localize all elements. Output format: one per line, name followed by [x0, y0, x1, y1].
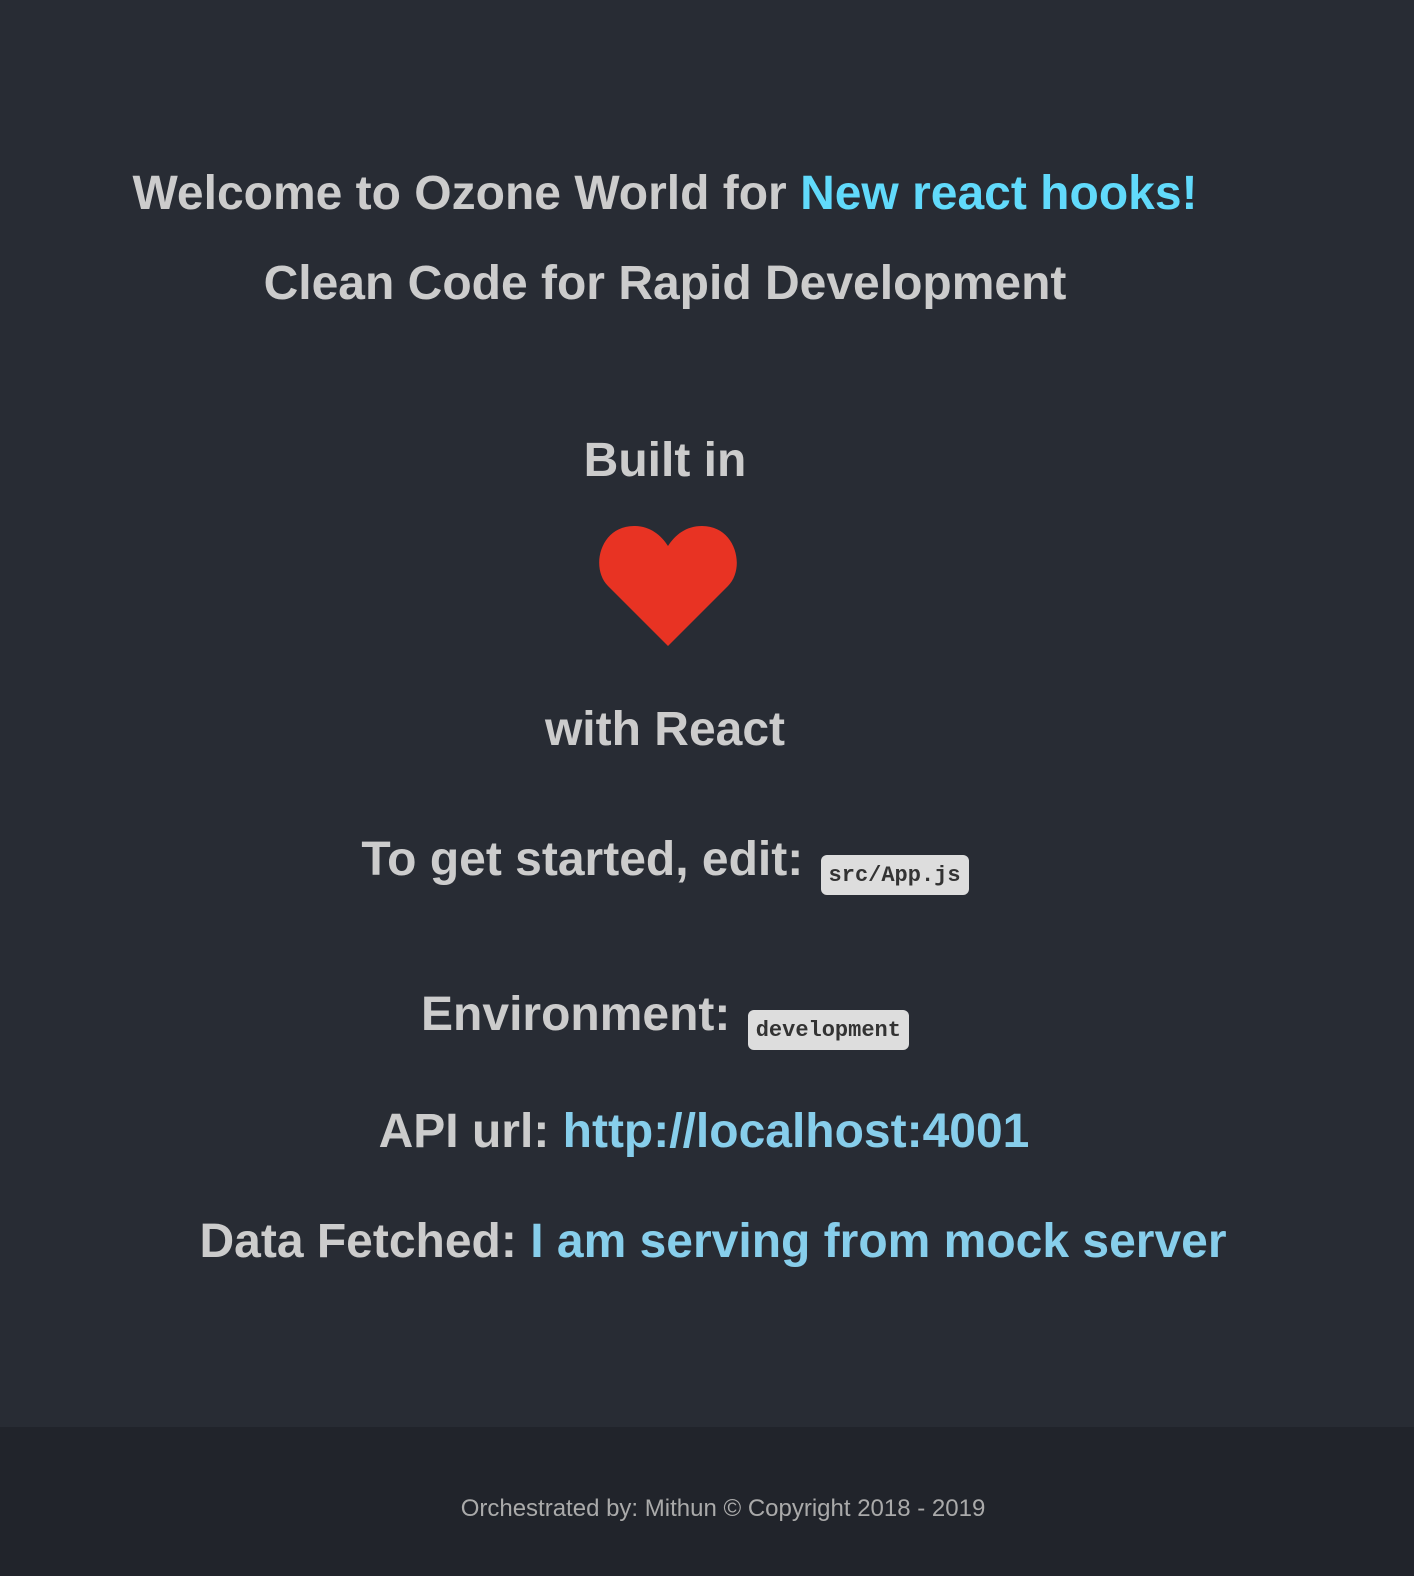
data-fetched-label: Data Fetched: [199, 1215, 531, 1268]
footer-copyright: Orchestrated by: Mithun © Copyright 2018… [460, 1495, 986, 1522]
welcome-heading: Welcome to Ozone World for New react hoo… [0, 166, 1372, 222]
get-started-line: To get started, edit: src/App.js [0, 832, 1372, 895]
app-header: Welcome to Ozone World for New react hoo… [0, 0, 1414, 1427]
api-url-label: API url: [378, 1105, 563, 1158]
heart-icon-svg [599, 526, 737, 646]
environment-line: Environment: development [0, 987, 1372, 1050]
app-root: Welcome to Ozone World for New react hoo… [0, 0, 1414, 1576]
footer: Orchestrated by: Mithun © Copyright 2018… [0, 1427, 1414, 1576]
get-started-label: To get started, edit: [361, 833, 817, 886]
with-react-text: with React [544, 703, 786, 756]
environment-value-code: development [747, 1010, 909, 1050]
welcome-prefix: Welcome to Ozone World for [132, 167, 801, 220]
data-fetched-line: Data Fetched: I am serving from mock ser… [6, 1214, 1414, 1270]
data-fetched-value: I am serving from mock server [530, 1215, 1227, 1268]
built-in-text: Built in [583, 434, 747, 487]
heart-icon [598, 524, 738, 648]
subtitle-heading: Clean Code for Rapid Development [263, 257, 1067, 310]
file-path-code: src/App.js [820, 855, 969, 895]
welcome-highlight: New react hooks! [800, 167, 1198, 220]
api-url-line: API url: http://localhost:4001 [0, 1104, 1411, 1160]
environment-label: Environment: [421, 988, 744, 1041]
api-url-value: http://localhost:4001 [562, 1105, 1030, 1158]
